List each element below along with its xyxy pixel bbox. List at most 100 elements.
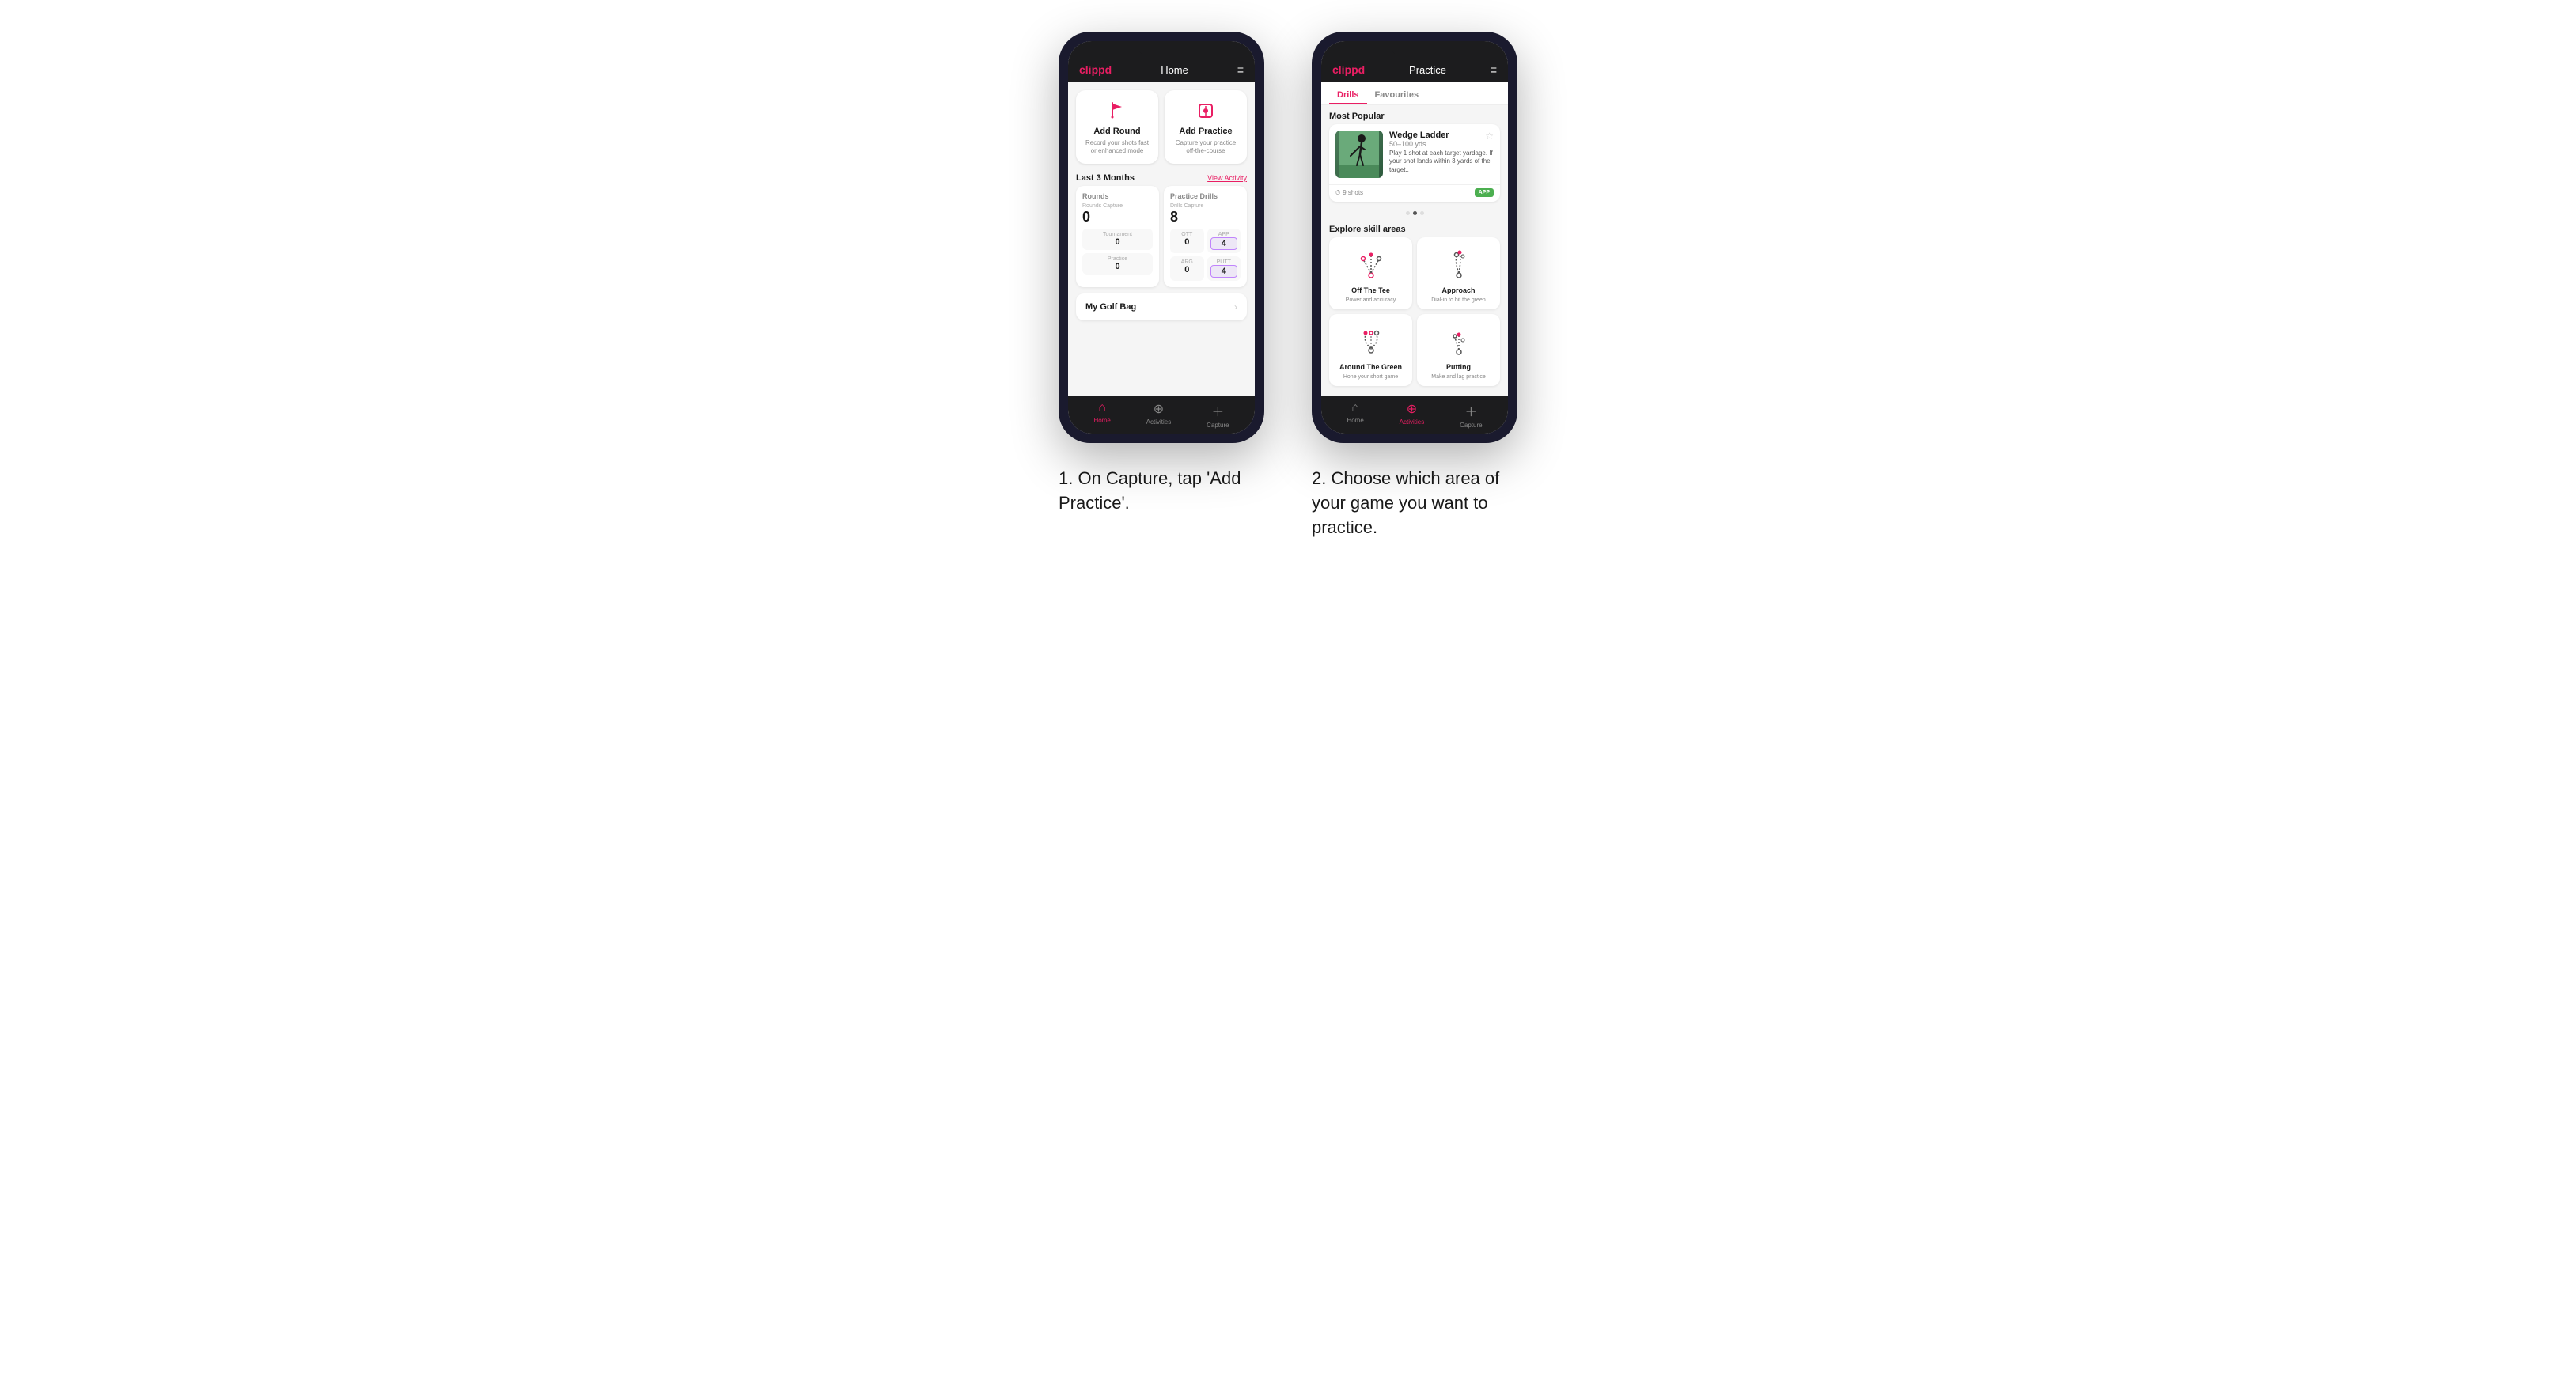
tab-favourites[interactable]: Favourites — [1367, 87, 1427, 104]
practice-sub-row: Practice 0 — [1082, 253, 1153, 275]
drills-capture-label: Drills Capture — [1170, 203, 1241, 209]
add-round-desc: Record your shots fast or enhanced mode — [1082, 139, 1152, 156]
notch-2 — [1391, 44, 1438, 55]
app-header-2: clippd Practice ≡ — [1321, 57, 1508, 82]
activities-icon-2: ⊕ — [1407, 401, 1417, 417]
add-practice-desc: Capture your practice off-the-course — [1171, 139, 1241, 156]
bottom-nav-2: ⌂ Home ⊕ Activities ＋ Capture — [1321, 396, 1508, 434]
app-value: 4 — [1210, 237, 1238, 250]
skill-approach-desc: Dial-in to hit the green — [1431, 297, 1485, 303]
shots-count-text: 9 shots — [1343, 189, 1363, 196]
add-round-card[interactable]: Add Round Record your shots fast or enha… — [1076, 90, 1158, 164]
rounds-capture-value: 0 — [1082, 209, 1153, 225]
featured-card-inner: Wedge Ladder 50–100 yds ☆ Play 1 shot at… — [1329, 124, 1500, 184]
nav-activities-label-2: Activities — [1400, 418, 1425, 426]
tab-drills[interactable]: Drills — [1329, 87, 1367, 104]
stats-period-title: Last 3 Months — [1076, 173, 1135, 183]
practice-drills-stat-box: Practice Drills Drills Capture 8 OTT 0 A… — [1164, 186, 1247, 287]
caption-2: 2. Choose which area of your game you wa… — [1312, 467, 1517, 540]
phone1: clippd Home ≡ — [1059, 32, 1264, 443]
app-badge: APP — [1475, 188, 1494, 197]
nav-capture-label-2: Capture — [1460, 422, 1482, 429]
add-round-title: Add Round — [1093, 127, 1140, 136]
ott-app-row: OTT 0 APP 4 — [1170, 229, 1241, 253]
app-header-1: clippd Home ≡ — [1068, 57, 1255, 82]
phones-container: clippd Home ≡ — [853, 32, 1723, 540]
dot-1 — [1406, 211, 1410, 215]
nav-activities-1[interactable]: ⊕ Activities — [1146, 401, 1172, 429]
skill-visual-atg — [1351, 320, 1391, 360]
nav-home-2[interactable]: ⌂ Home — [1347, 401, 1363, 429]
featured-title: Wedge Ladder — [1389, 131, 1449, 140]
golf-bag-title: My Golf Bag — [1085, 302, 1136, 312]
nav-capture-2[interactable]: ＋ Capture — [1460, 401, 1482, 429]
skill-putting-title: Putting — [1446, 363, 1471, 371]
putt-sub: PUTT 4 — [1207, 256, 1241, 281]
skill-card-off-the-tee[interactable]: Off The Tee Power and accuracy — [1329, 237, 1412, 309]
quick-actions: Add Round Record your shots fast or enha… — [1068, 82, 1255, 170]
skill-ott-title: Off The Tee — [1351, 286, 1390, 294]
nav-activities-label-1: Activities — [1146, 418, 1172, 426]
status-bar-1 — [1068, 41, 1255, 57]
rounds-sub-row: Tournament 0 — [1082, 229, 1153, 250]
app-header-title-1: Home — [1161, 64, 1188, 76]
drills-capture-value: 8 — [1170, 209, 1241, 225]
skill-approach-title: Approach — [1441, 286, 1475, 294]
featured-footer: ⏱ 9 shots APP — [1329, 184, 1500, 202]
capture-icon-2: ＋ — [1464, 401, 1477, 420]
skill-areas-title: Explore skill areas — [1321, 218, 1508, 237]
star-icon[interactable]: ☆ — [1485, 131, 1494, 142]
skill-ott-desc: Power and accuracy — [1346, 297, 1396, 303]
app-header-title-2: Practice — [1409, 64, 1446, 76]
view-activity-link[interactable]: View Activity — [1207, 174, 1247, 182]
app-label: APP — [1210, 232, 1238, 237]
featured-image — [1335, 131, 1383, 178]
hamburger-icon-1[interactable]: ≡ — [1237, 63, 1244, 76]
ott-value: 0 — [1173, 237, 1201, 247]
nav-home-1[interactable]: ⌂ Home — [1093, 401, 1110, 429]
skill-atg-title: Around The Green — [1339, 363, 1402, 371]
dots-indicator — [1321, 208, 1508, 218]
skill-visual-approach — [1439, 244, 1479, 283]
phone2-screen: clippd Practice ≡ Drills Favourites Most… — [1321, 41, 1508, 434]
practice-label: Practice — [1085, 256, 1150, 262]
featured-card[interactable]: Wedge Ladder 50–100 yds ☆ Play 1 shot at… — [1329, 124, 1500, 202]
phone2-section: clippd Practice ≡ Drills Favourites Most… — [1312, 32, 1517, 540]
nav-home-label-2: Home — [1347, 417, 1363, 424]
target-icon — [1193, 98, 1218, 123]
status-bar-2 — [1321, 41, 1508, 57]
rounds-capture-label: Rounds Capture — [1082, 203, 1153, 209]
screen-content-1: Add Round Record your shots fast or enha… — [1068, 82, 1255, 396]
activities-icon-1: ⊕ — [1154, 401, 1164, 417]
putt-value: 4 — [1210, 265, 1238, 278]
add-practice-card[interactable]: Add Practice Capture your practice off-t… — [1165, 90, 1247, 164]
skill-card-approach[interactable]: Approach Dial-in to hit the green — [1417, 237, 1500, 309]
clock-icon: ⏱ — [1335, 189, 1340, 197]
featured-subtitle: 50–100 yds — [1389, 140, 1449, 148]
arg-label: ARG — [1173, 259, 1201, 265]
nav-activities-2[interactable]: ⊕ Activities — [1400, 401, 1425, 429]
practice-sub: Practice 0 — [1082, 253, 1153, 275]
golf-bag-row[interactable]: My Golf Bag › — [1076, 293, 1247, 320]
skill-card-atg[interactable]: Around The Green Hone your short game — [1329, 314, 1412, 386]
app-sub: APP 4 — [1207, 229, 1241, 253]
tournament-value: 0 — [1085, 237, 1150, 247]
flag-icon — [1104, 98, 1130, 123]
putt-label: PUTT — [1210, 259, 1238, 265]
notch-1 — [1138, 44, 1185, 55]
nav-capture-label-1: Capture — [1207, 422, 1229, 429]
hamburger-icon-2[interactable]: ≡ — [1491, 63, 1497, 76]
nav-capture-1[interactable]: ＋ Capture — [1207, 401, 1229, 429]
phone1-section: clippd Home ≡ — [1059, 32, 1264, 516]
ott-sub: OTT 0 — [1170, 229, 1204, 253]
most-popular-title: Most Popular — [1321, 105, 1508, 124]
skill-card-putting[interactable]: Putting Make and lag practice — [1417, 314, 1500, 386]
home-icon-2: ⌂ — [1351, 401, 1359, 415]
tabs-bar: Drills Favourites — [1321, 82, 1508, 105]
home-icon-1: ⌂ — [1098, 401, 1106, 415]
skill-putting-desc: Make and lag practice — [1431, 374, 1485, 380]
arg-putt-row: ARG 0 PUTT 4 — [1170, 256, 1241, 281]
rounds-stat-box: Rounds Rounds Capture 0 Tournament 0 — [1076, 186, 1159, 287]
dot-3 — [1420, 211, 1424, 215]
practice-content: Most Popular — [1321, 105, 1508, 396]
